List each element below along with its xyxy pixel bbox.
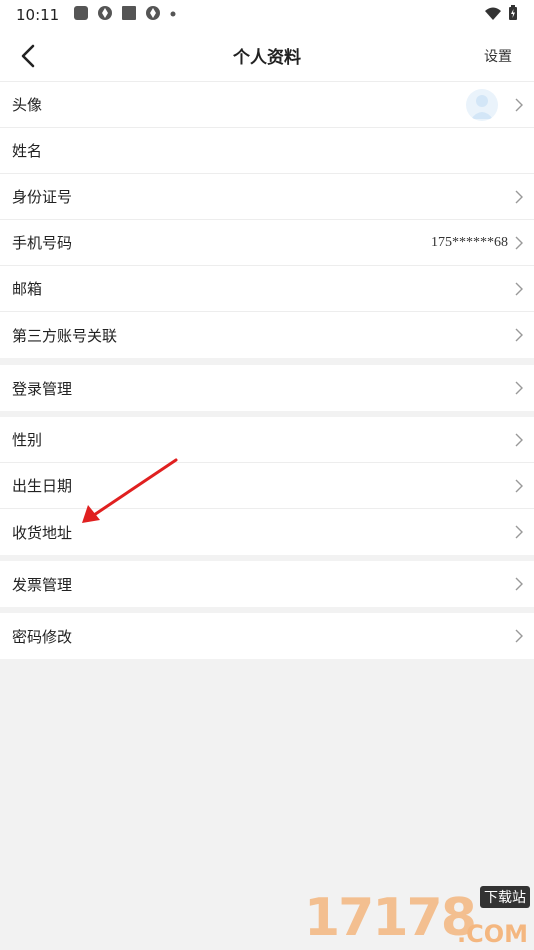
chevron-right-icon bbox=[515, 479, 523, 493]
chevron-right-icon bbox=[515, 190, 523, 204]
profile-group-invoice: 发票管理 bbox=[0, 561, 534, 607]
row-label: 姓名 bbox=[12, 142, 43, 160]
settings-button[interactable]: 设置 bbox=[484, 46, 512, 66]
row-phone[interactable]: 手机号码 175******68 bbox=[0, 220, 534, 266]
watermark-digits: 17178 bbox=[304, 888, 477, 948]
row-label: 头像 bbox=[12, 96, 43, 114]
row-label: 发票管理 bbox=[12, 575, 73, 594]
row-change-password[interactable]: 密码修改 bbox=[0, 613, 534, 659]
chevron-right-icon bbox=[515, 328, 523, 342]
row-label: 出生日期 bbox=[12, 477, 73, 495]
row-label: 邮箱 bbox=[12, 280, 43, 298]
chevron-right-icon bbox=[515, 525, 523, 539]
row-third-party-accounts[interactable]: 第三方账号关联 bbox=[0, 312, 534, 358]
row-name[interactable]: 姓名 bbox=[0, 128, 534, 174]
watermark-suffix: .COM bbox=[456, 920, 528, 948]
row-gender[interactable]: 性别 bbox=[0, 417, 534, 463]
row-email[interactable]: 邮箱 bbox=[0, 266, 534, 312]
chevron-right-icon bbox=[515, 236, 523, 250]
profile-group-personal: 性别 出生日期 收货地址 bbox=[0, 417, 534, 555]
row-invoice-management[interactable]: 发票管理 bbox=[0, 561, 534, 607]
chevron-right-icon bbox=[515, 629, 523, 643]
site-watermark: 17178 下载站 .COM bbox=[304, 880, 534, 950]
app-square-icon bbox=[73, 5, 89, 25]
chevron-right-icon bbox=[515, 433, 523, 447]
profile-group-password: 密码修改 bbox=[0, 613, 534, 659]
status-time: 10:11 bbox=[16, 6, 60, 24]
row-label: 收货地址 bbox=[12, 523, 73, 542]
chevron-right-icon bbox=[515, 381, 523, 395]
status-bar: 10:11 bbox=[0, 0, 534, 30]
app-square-icon bbox=[121, 5, 137, 25]
watermark-badge: 下载站 bbox=[480, 886, 530, 908]
row-shipping-address[interactable]: 收货地址 bbox=[0, 509, 534, 555]
row-login-management[interactable]: 登录管理 bbox=[0, 365, 534, 411]
row-label: 性别 bbox=[12, 431, 43, 449]
row-id-number[interactable]: 身份证号 bbox=[0, 174, 534, 220]
chevron-right-icon bbox=[515, 98, 523, 112]
profile-group-basic: 头像 姓名 身份证号 手机号码 175******68 邮箱 第三方账号关联 bbox=[0, 82, 534, 358]
back-button[interactable] bbox=[14, 42, 42, 70]
profile-group-login: 登录管理 bbox=[0, 365, 534, 411]
aperture-icon bbox=[145, 5, 161, 25]
notification-dot-icon bbox=[169, 5, 177, 25]
row-label: 身份证号 bbox=[12, 188, 73, 206]
row-label: 第三方账号关联 bbox=[12, 326, 118, 345]
phone-value: 175******68 bbox=[431, 234, 508, 250]
avatar bbox=[466, 89, 498, 121]
row-label: 登录管理 bbox=[12, 379, 73, 398]
header: 个人资料 设置 bbox=[0, 30, 534, 82]
chevron-right-icon bbox=[515, 282, 523, 296]
battery-icon bbox=[508, 5, 518, 25]
row-label: 手机号码 bbox=[12, 234, 73, 252]
row-avatar[interactable]: 头像 bbox=[0, 82, 534, 128]
chevron-right-icon bbox=[515, 577, 523, 591]
chevron-left-icon bbox=[21, 44, 35, 68]
page-title: 个人资料 bbox=[233, 48, 301, 68]
wifi-icon bbox=[484, 6, 502, 25]
row-label: 密码修改 bbox=[12, 627, 73, 646]
aperture-icon bbox=[97, 5, 113, 25]
status-right bbox=[484, 5, 518, 25]
row-birth-date[interactable]: 出生日期 bbox=[0, 463, 534, 509]
